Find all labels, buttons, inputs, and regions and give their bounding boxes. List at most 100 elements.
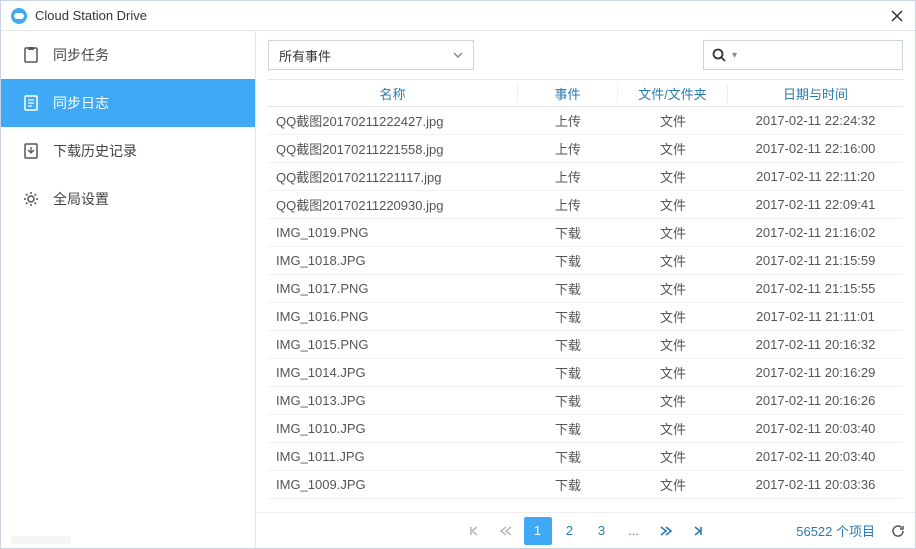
cell-date: 2017-02-11 22:09:41 xyxy=(728,197,903,212)
sidebar-item-global-settings[interactable]: 全局设置 xyxy=(1,175,255,223)
cell-date: 2017-02-11 21:15:59 xyxy=(728,253,903,268)
column-header-name[interactable]: 名称 xyxy=(268,84,518,103)
table-row[interactable]: IMG_1013.JPG下载文件2017-02-11 20:16:26 xyxy=(268,387,903,415)
cell-type: 文件 xyxy=(618,195,728,214)
sidebar-item-sync-tasks[interactable]: 同步任务 xyxy=(1,31,255,79)
cell-date: 2017-02-11 22:24:32 xyxy=(728,113,903,128)
cell-type: 文件 xyxy=(618,251,728,270)
cell-event: 上传 xyxy=(518,111,618,130)
gear-icon xyxy=(21,189,41,209)
search-box[interactable]: ▾ xyxy=(703,40,903,70)
table-row[interactable]: IMG_1017.PNG下载文件2017-02-11 21:15:55 xyxy=(268,275,903,303)
search-icon xyxy=(712,48,726,62)
table-row[interactable]: QQ截图20170211222427.jpg上传文件2017-02-11 22:… xyxy=(268,107,903,135)
cell-type: 文件 xyxy=(618,167,728,186)
cell-name: IMG_1017.PNG xyxy=(268,281,518,296)
table-row[interactable]: IMG_1019.PNG下载文件2017-02-11 21:16:02 xyxy=(268,219,903,247)
cell-name: QQ截图20170211220930.jpg xyxy=(268,195,518,214)
cell-date: 2017-02-11 22:11:20 xyxy=(728,169,903,184)
cell-event: 下载 xyxy=(518,279,618,298)
table-row[interactable]: IMG_1015.PNG下载文件2017-02-11 20:16:32 xyxy=(268,331,903,359)
cell-name: IMG_1010.JPG xyxy=(268,421,518,436)
table-row[interactable]: QQ截图20170211221558.jpg上传文件2017-02-11 22:… xyxy=(268,135,903,163)
cell-name: QQ截图20170211221117.jpg xyxy=(268,167,518,186)
event-filter-dropdown[interactable]: 所有事件 xyxy=(268,40,474,70)
prev-icon xyxy=(499,525,513,537)
log-table: 名称 事件 文件/文件夹 日期与时间 QQ截图20170211222427.jp… xyxy=(256,79,915,512)
cell-date: 2017-02-11 20:16:29 xyxy=(728,365,903,380)
chevron-down-icon xyxy=(453,52,463,58)
cell-event: 下载 xyxy=(518,363,618,382)
refresh-button[interactable] xyxy=(891,524,905,538)
table-row[interactable]: IMG_1009.JPG下载文件2017-02-11 20:03:36 xyxy=(268,471,903,499)
table-row[interactable]: QQ截图20170211221117.jpg上传文件2017-02-11 22:… xyxy=(268,163,903,191)
cell-type: 文件 xyxy=(618,475,728,494)
cell-date: 2017-02-11 20:16:32 xyxy=(728,337,903,352)
sidebar-item-sync-log[interactable]: 同步日志 xyxy=(1,79,255,127)
cell-name: IMG_1013.JPG xyxy=(268,393,518,408)
cell-event: 下载 xyxy=(518,419,618,438)
table-row[interactable]: IMG_1011.JPG下载文件2017-02-11 20:03:40 xyxy=(268,443,903,471)
cell-name: IMG_1009.JPG xyxy=(268,477,518,492)
download-history-icon xyxy=(21,141,41,161)
cell-date: 2017-02-11 20:16:26 xyxy=(728,393,903,408)
cell-type: 文件 xyxy=(618,307,728,326)
cell-event: 上传 xyxy=(518,139,618,158)
clipboard-icon xyxy=(21,45,41,65)
page-prev-button[interactable] xyxy=(492,517,520,545)
cell-name: IMG_1018.JPG xyxy=(268,253,518,268)
log-icon xyxy=(21,93,41,113)
close-icon xyxy=(891,10,903,22)
table-row[interactable]: IMG_1014.JPG下载文件2017-02-11 20:16:29 xyxy=(268,359,903,387)
sidebar-spacer xyxy=(1,223,255,536)
dropdown-label: 所有事件 xyxy=(279,46,331,65)
page-number-button[interactable]: 3 xyxy=(588,517,616,545)
cell-date: 2017-02-11 20:03:40 xyxy=(728,449,903,464)
page-last-button[interactable] xyxy=(684,517,712,545)
cell-type: 文件 xyxy=(618,279,728,298)
page-next-button[interactable] xyxy=(652,517,680,545)
cell-name: IMG_1019.PNG xyxy=(268,225,518,240)
sidebar-item-label: 同步日志 xyxy=(53,93,109,113)
cell-type: 文件 xyxy=(618,111,728,130)
table-row[interactable]: QQ截图20170211220930.jpg上传文件2017-02-11 22:… xyxy=(268,191,903,219)
total-items-label: 56522 个项目 xyxy=(796,521,875,540)
cell-name: IMG_1015.PNG xyxy=(268,337,518,352)
page-number-button[interactable]: 2 xyxy=(556,517,584,545)
last-icon xyxy=(692,525,704,537)
toolbar: 所有事件 ▾ xyxy=(256,31,915,79)
sidebar-item-label: 同步任务 xyxy=(53,45,109,65)
cell-type: 文件 xyxy=(618,391,728,410)
table-row[interactable]: IMG_1010.JPG下载文件2017-02-11 20:03:40 xyxy=(268,415,903,443)
app-window: Cloud Station Drive 同步任务 同步日志 xyxy=(0,0,916,549)
cell-event: 下载 xyxy=(518,391,618,410)
cell-name: QQ截图20170211222427.jpg xyxy=(268,111,518,130)
cell-type: 文件 xyxy=(618,223,728,242)
column-header-type[interactable]: 文件/文件夹 xyxy=(618,84,728,103)
main-panel: 所有事件 ▾ 名称 事件 文件/文件夹 日期与时间 xyxy=(256,31,915,548)
sidebar-item-download-history[interactable]: 下载历史记录 xyxy=(1,127,255,175)
page-first-button[interactable] xyxy=(460,517,488,545)
column-header-date[interactable]: 日期与时间 xyxy=(728,84,903,103)
column-header-event[interactable]: 事件 xyxy=(518,84,618,103)
page-number-button[interactable]: 1 xyxy=(524,517,552,545)
horizontal-scrollbar[interactable] xyxy=(11,536,71,544)
cell-type: 文件 xyxy=(618,419,728,438)
table-row[interactable]: IMG_1018.JPG下载文件2017-02-11 21:15:59 xyxy=(268,247,903,275)
app-logo-icon xyxy=(11,8,27,24)
cell-name: IMG_1016.PNG xyxy=(268,309,518,324)
close-button[interactable] xyxy=(889,8,905,24)
page-numbers: 123 xyxy=(524,517,616,545)
cell-event: 下载 xyxy=(518,307,618,326)
first-icon xyxy=(468,525,480,537)
cell-event: 上传 xyxy=(518,195,618,214)
pagination: 123 ... 56522 个项目 xyxy=(256,512,915,548)
sidebar-item-label: 下载历史记录 xyxy=(53,141,137,161)
table-body: QQ截图20170211222427.jpg上传文件2017-02-11 22:… xyxy=(268,107,903,512)
cell-name: IMG_1014.JPG xyxy=(268,365,518,380)
cell-date: 2017-02-11 22:16:00 xyxy=(728,141,903,156)
cell-type: 文件 xyxy=(618,335,728,354)
table-row[interactable]: IMG_1016.PNG下载文件2017-02-11 21:11:01 xyxy=(268,303,903,331)
sidebar-item-label: 全局设置 xyxy=(53,189,109,209)
page-ellipsis: ... xyxy=(620,517,648,545)
